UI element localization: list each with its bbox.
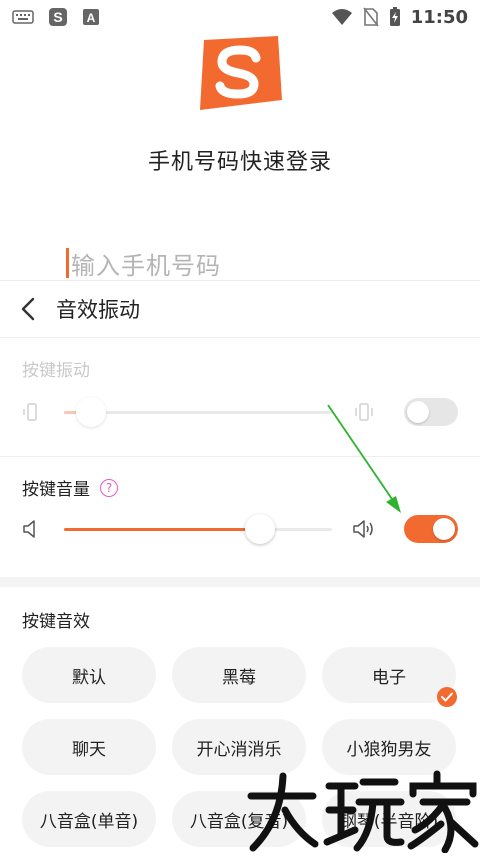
text-caret <box>66 248 69 278</box>
key-vibration-slider[interactable] <box>64 397 332 427</box>
key-volume-heading: 按键音量 ? <box>22 475 118 500</box>
sound-option-chip[interactable]: 八音盒(单音) <box>22 791 156 847</box>
battery-charging-icon <box>389 7 401 27</box>
sound-option-chip[interactable]: 聊天 <box>22 719 156 775</box>
sound-option-chip[interactable]: 钢琴(半音阶) <box>322 791 456 847</box>
clock-time: 11:50 <box>410 6 468 28</box>
sound-option-chip[interactable]: 小狼狗男友 <box>322 719 456 775</box>
sound-option-label: 小狼狗男友 <box>346 739 432 760</box>
sound-option-label: 八音盒(复音) <box>189 811 289 832</box>
sound-option-chip[interactable]: 电子 <box>322 647 457 707</box>
volume-high-icon <box>352 518 376 544</box>
phone-number-input[interactable]: 输入手机号码 <box>66 245 446 281</box>
sound-option-chip[interactable]: 开心消消乐 <box>172 719 306 775</box>
back-button[interactable] <box>0 281 56 337</box>
chevron-left-icon <box>21 297 35 321</box>
sound-option-label: 开心消消乐 <box>196 739 282 760</box>
sound-option-label: 默认 <box>72 667 106 688</box>
sound-option-label: 八音盒(单音) <box>39 811 139 832</box>
sound-option-label: 黑莓 <box>222 667 256 688</box>
key-vibration-label: 按键振动 <box>22 361 90 381</box>
sheet-header: 音效振动 <box>0 281 480 338</box>
keyboard-icon <box>12 10 34 24</box>
volume-low-icon <box>22 518 40 544</box>
key-volume-slider-fill <box>64 528 260 531</box>
wifi-icon <box>331 8 353 26</box>
help-icon[interactable]: ? <box>100 478 118 497</box>
sogou-icon: S <box>48 7 68 27</box>
key-vibration-toggle[interactable] <box>404 398 458 426</box>
sound-option-label: 电子 <box>372 667 406 688</box>
key-volume-section: 按键音量 ? <box>0 457 480 577</box>
svg-text:S: S <box>53 9 62 25</box>
svg-text:A: A <box>87 11 96 25</box>
vibrate-high-icon <box>352 401 376 427</box>
phone-placeholder: 输入手机号码 <box>71 251 221 280</box>
login-page: 手机号码快速登录 输入手机号码 <box>0 34 480 280</box>
key-vibration-toggle-knob <box>407 401 429 423</box>
key-volume-slider-thumb[interactable] <box>245 514 275 544</box>
key-vibration-slider-thumb[interactable] <box>76 397 106 427</box>
sound-option-chip[interactable]: 八音盒(复音) <box>172 791 306 847</box>
sound-vibration-sheet: 音效振动 按键振动 按键音量 ? 按键音效 默认 黑莓 电子 聊天 开心消消乐 … <box>0 280 480 854</box>
key-volume-toggle[interactable] <box>404 515 458 543</box>
key-volume-label: 按键音量 <box>22 480 90 500</box>
check-icon <box>437 687 457 707</box>
section-gap <box>0 577 480 587</box>
key-volume-slider[interactable] <box>64 514 332 544</box>
status-bar: S A 11:50 <box>0 0 480 34</box>
sogou-logo <box>196 36 282 110</box>
sound-option-chip[interactable]: 默认 <box>22 647 156 703</box>
login-title: 手机号码快速登录 <box>147 150 332 175</box>
sound-option-label: 钢琴(半音阶) <box>339 811 439 832</box>
no-sim-icon <box>363 7 379 27</box>
key-vibration-row <box>0 392 480 432</box>
key-volume-toggle-knob <box>433 518 455 540</box>
vibrate-low-icon <box>22 401 42 427</box>
key-sound-label: 按键音效 <box>22 612 90 632</box>
font-icon: A <box>82 8 100 26</box>
key-volume-row <box>0 509 480 549</box>
key-vibration-section: 按键振动 <box>0 338 480 456</box>
sound-option-chip[interactable]: 黑莓 <box>172 647 306 703</box>
sheet-title: 音效振动 <box>56 298 140 322</box>
sound-option-label: 聊天 <box>72 739 106 760</box>
